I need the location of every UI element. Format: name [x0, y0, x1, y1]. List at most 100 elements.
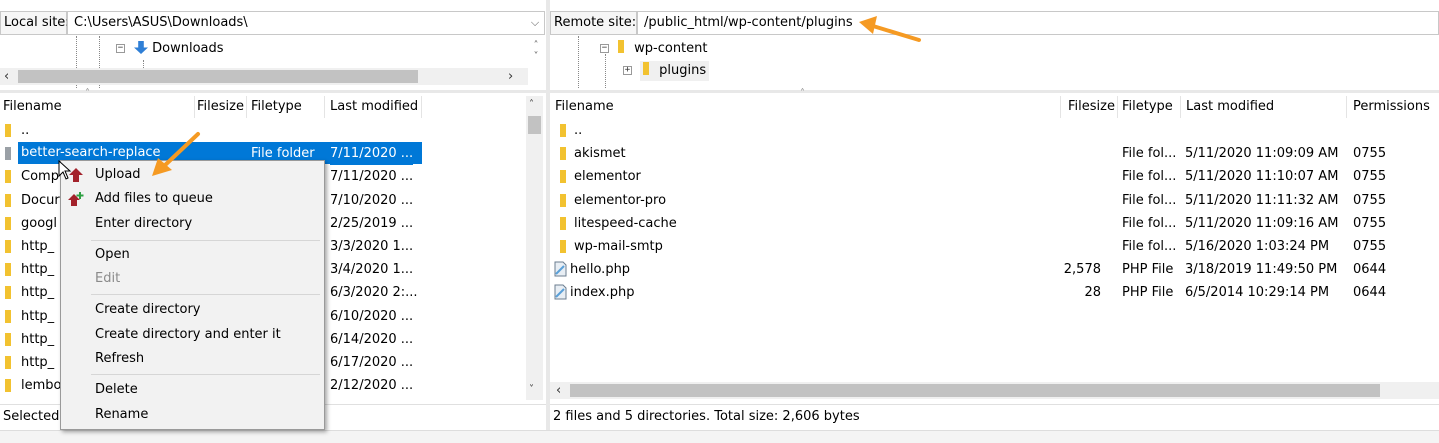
folder-icon	[5, 124, 11, 137]
col-filetype[interactable]: Filetype	[251, 96, 302, 118]
folder-icon	[560, 124, 566, 137]
col-permissions[interactable]: Permissions	[1353, 96, 1430, 118]
tree-item-label: wp-content	[634, 41, 708, 56]
menu-item-create-and-enter[interactable]: Create directory and enter it	[61, 323, 324, 347]
file-size	[1041, 212, 1101, 235]
file-name: ..	[21, 123, 30, 138]
scroll-down-icon[interactable]: ˅	[529, 381, 534, 398]
table-row[interactable]: elementor File fol... 5/11/2020 11:10:07 A…	[550, 165, 1439, 188]
file-perm: 0755	[1353, 215, 1387, 231]
remote-site-input[interactable]: /public_html/wp-content/plugins	[637, 11, 1439, 35]
file-modified: 7/11/2020 ...	[330, 169, 414, 185]
file-perm: 0755	[1353, 192, 1387, 208]
menu-item-edit: Edit	[61, 267, 324, 291]
menu-item-create-directory[interactable]: Create directory	[61, 298, 324, 322]
file-name: Comp	[21, 169, 59, 185]
remote-list-hscrollbar[interactable]: ‹	[550, 382, 1439, 399]
file-name: http_	[21, 308, 55, 324]
col-modified[interactable]: Last modified	[1186, 96, 1274, 118]
folder-icon	[5, 147, 11, 161]
menu-item-enter-directory[interactable]: Enter directory	[61, 212, 324, 236]
folder-icon	[5, 193, 11, 207]
file-size	[1041, 119, 1101, 142]
folder-icon	[5, 286, 11, 300]
pane-divider[interactable]	[0, 90, 1439, 93]
col-filetype[interactable]: Filetype	[1122, 96, 1173, 118]
folder-icon	[5, 379, 11, 393]
scroll-left-icon[interactable]: ‹	[556, 382, 561, 399]
table-row[interactable]: ..	[550, 119, 1439, 142]
scroll-up-icon[interactable]: ˄	[529, 96, 534, 113]
file-modified: 6/5/2014 10:29:14 PM	[1185, 285, 1330, 301]
table-row[interactable]: elementor-pro File fol... 5/11/2020 11:11:…	[550, 189, 1439, 212]
add-queue-icon	[68, 192, 84, 206]
file-name: index.php	[570, 285, 635, 301]
collapse-icon[interactable]: −	[116, 44, 125, 53]
table-row[interactable]: hello.php 2,578 PHP File 3/18/2019 11:49:50…	[550, 258, 1439, 281]
table-row[interactable]: litespeed-cache File fol... 5/11/2020 11:0…	[550, 212, 1439, 235]
table-row[interactable]: ..	[0, 119, 524, 142]
menu-item-open[interactable]: Open	[61, 243, 324, 267]
collapse-icon[interactable]: −	[600, 44, 609, 53]
menu-item-refresh[interactable]: Refresh	[61, 347, 324, 371]
file-name: hello.php	[570, 262, 631, 278]
file-modified: 6/14/2020 ...	[330, 331, 414, 347]
col-filesize[interactable]: Filesize	[197, 96, 244, 118]
scroll-thumb[interactable]	[570, 384, 1380, 397]
file-modified: 2/12/2020 ...	[330, 378, 414, 394]
file-name: http_	[21, 355, 55, 370]
scroll-left-icon[interactable]: ‹	[4, 68, 9, 85]
col-filename[interactable]: Filename	[3, 96, 62, 118]
menu-item-label: Delete	[95, 382, 138, 397]
local-tree-hscrollbar[interactable]: ‹ ›	[0, 68, 528, 85]
col-filesize[interactable]: Filesize	[1068, 96, 1115, 118]
file-size: 28	[1084, 285, 1101, 301]
file-type: File fol...	[1122, 146, 1177, 162]
file-type: PHP File	[1122, 262, 1174, 278]
col-modified[interactable]: Last modified	[330, 96, 418, 118]
table-row[interactable]: index.php 28 PHP File 6/5/2014 10:29:14 PM 0…	[550, 281, 1439, 304]
folder-icon	[643, 62, 649, 75]
tree-item-plugins[interactable]: plugins	[640, 61, 710, 81]
folder-icon	[5, 309, 11, 323]
file-name: http_	[21, 239, 55, 254]
file-modified: 6/10/2020 ...	[330, 308, 414, 324]
local-site-input[interactable]: C:\Users\ASUS\Downloads\	[67, 11, 545, 35]
file-perm: 0755	[1353, 146, 1387, 162]
file-modified: 5/11/2020 11:09:09 AM	[1185, 146, 1339, 162]
file-size	[1041, 142, 1101, 165]
tree-vscroll-arrows[interactable]: ˄ ˅	[530, 40, 542, 64]
expand-icon[interactable]: +	[623, 66, 632, 75]
remote-status: 2 files and 5 directories. Total size: 2…	[550, 404, 1439, 428]
file-modified: 5/11/2020 11:11:32 AM	[1185, 192, 1339, 208]
file-modified: 3/18/2019 11:49:50 PM	[1185, 262, 1338, 278]
scroll-thumb[interactable]	[18, 70, 418, 83]
folder-icon	[5, 170, 11, 184]
folder-icon	[5, 240, 11, 253]
dropdown-icon[interactable]: ⌵	[526, 12, 544, 34]
file-perm: 0755	[1353, 169, 1387, 185]
file-name: lembo	[21, 378, 62, 394]
menu-item-label: Upload	[95, 167, 141, 182]
menu-item-add-to-queue[interactable]: Add files to queue	[61, 187, 324, 211]
local-list-vscrollbar[interactable]: ˄ ˅	[526, 96, 543, 400]
table-row[interactable]: wp-mail-smtp File fol... 5/16/2020 1:03:24…	[550, 235, 1439, 258]
file-name: http_	[21, 331, 55, 347]
file-modified: 5/11/2020 11:09:16 AM	[1185, 215, 1339, 231]
col-filename[interactable]: Filename	[555, 96, 614, 118]
tree-item-wp-content[interactable]: wp-content	[618, 39, 708, 59]
scroll-right-icon[interactable]: ›	[508, 68, 513, 85]
annotation-arrow-icon	[859, 16, 921, 42]
table-row[interactable]: akismet File fol... 5/11/2020 11:09:09 AM 0…	[550, 142, 1439, 165]
file-type: PHP File	[1122, 285, 1174, 301]
menu-item-rename[interactable]: Rename	[61, 403, 324, 427]
file-name: elementor-pro	[574, 192, 667, 208]
tree-item-downloads[interactable]: Downloads	[134, 39, 224, 59]
menu-item-delete[interactable]: Delete	[61, 378, 324, 402]
folder-icon	[618, 40, 624, 53]
remote-tree: − wp-content + plugins	[550, 36, 1439, 88]
folder-icon	[560, 147, 566, 161]
local-site-label: Local site:	[0, 11, 70, 35]
file-modified: 6/3/2020 2:...	[330, 285, 418, 301]
scroll-thumb[interactable]	[528, 116, 541, 134]
